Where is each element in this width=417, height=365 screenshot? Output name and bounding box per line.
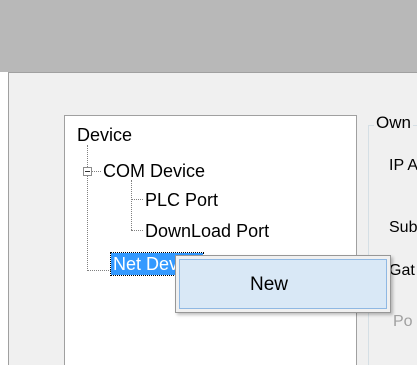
- collapse-minus-icon[interactable]: [83, 167, 92, 176]
- tree-node-download-port[interactable]: DownLoad Port: [145, 220, 269, 242]
- menu-item-new-label: New: [250, 274, 289, 295]
- tree-node-device[interactable]: Device: [77, 124, 132, 146]
- gateway-label: Gat: [389, 262, 415, 279]
- tree-connector: [92, 171, 101, 172]
- tree-connector: [87, 270, 111, 271]
- subnet-mask-label: Sub: [389, 219, 417, 236]
- device-tree[interactable]: Device COM Device PLC Port DownLoad Port…: [64, 115, 357, 365]
- window-titlebar: [0, 0, 417, 72]
- tree-connector: [131, 230, 143, 231]
- group-box-title: Own: [374, 113, 413, 133]
- port-label: Po: [393, 313, 413, 330]
- screen: Device COM Device PLC Port DownLoad Port…: [0, 0, 417, 365]
- context-menu: New: [175, 255, 391, 313]
- tree-connector: [131, 199, 143, 200]
- tree-connector: [87, 145, 88, 271]
- ip-address-label: IP A: [389, 157, 417, 174]
- tree-node-plc-port[interactable]: PLC Port: [145, 189, 218, 211]
- menu-item-new[interactable]: New: [179, 259, 387, 309]
- tree-connector: [131, 180, 132, 230]
- tree-node-com-device[interactable]: COM Device: [103, 160, 205, 182]
